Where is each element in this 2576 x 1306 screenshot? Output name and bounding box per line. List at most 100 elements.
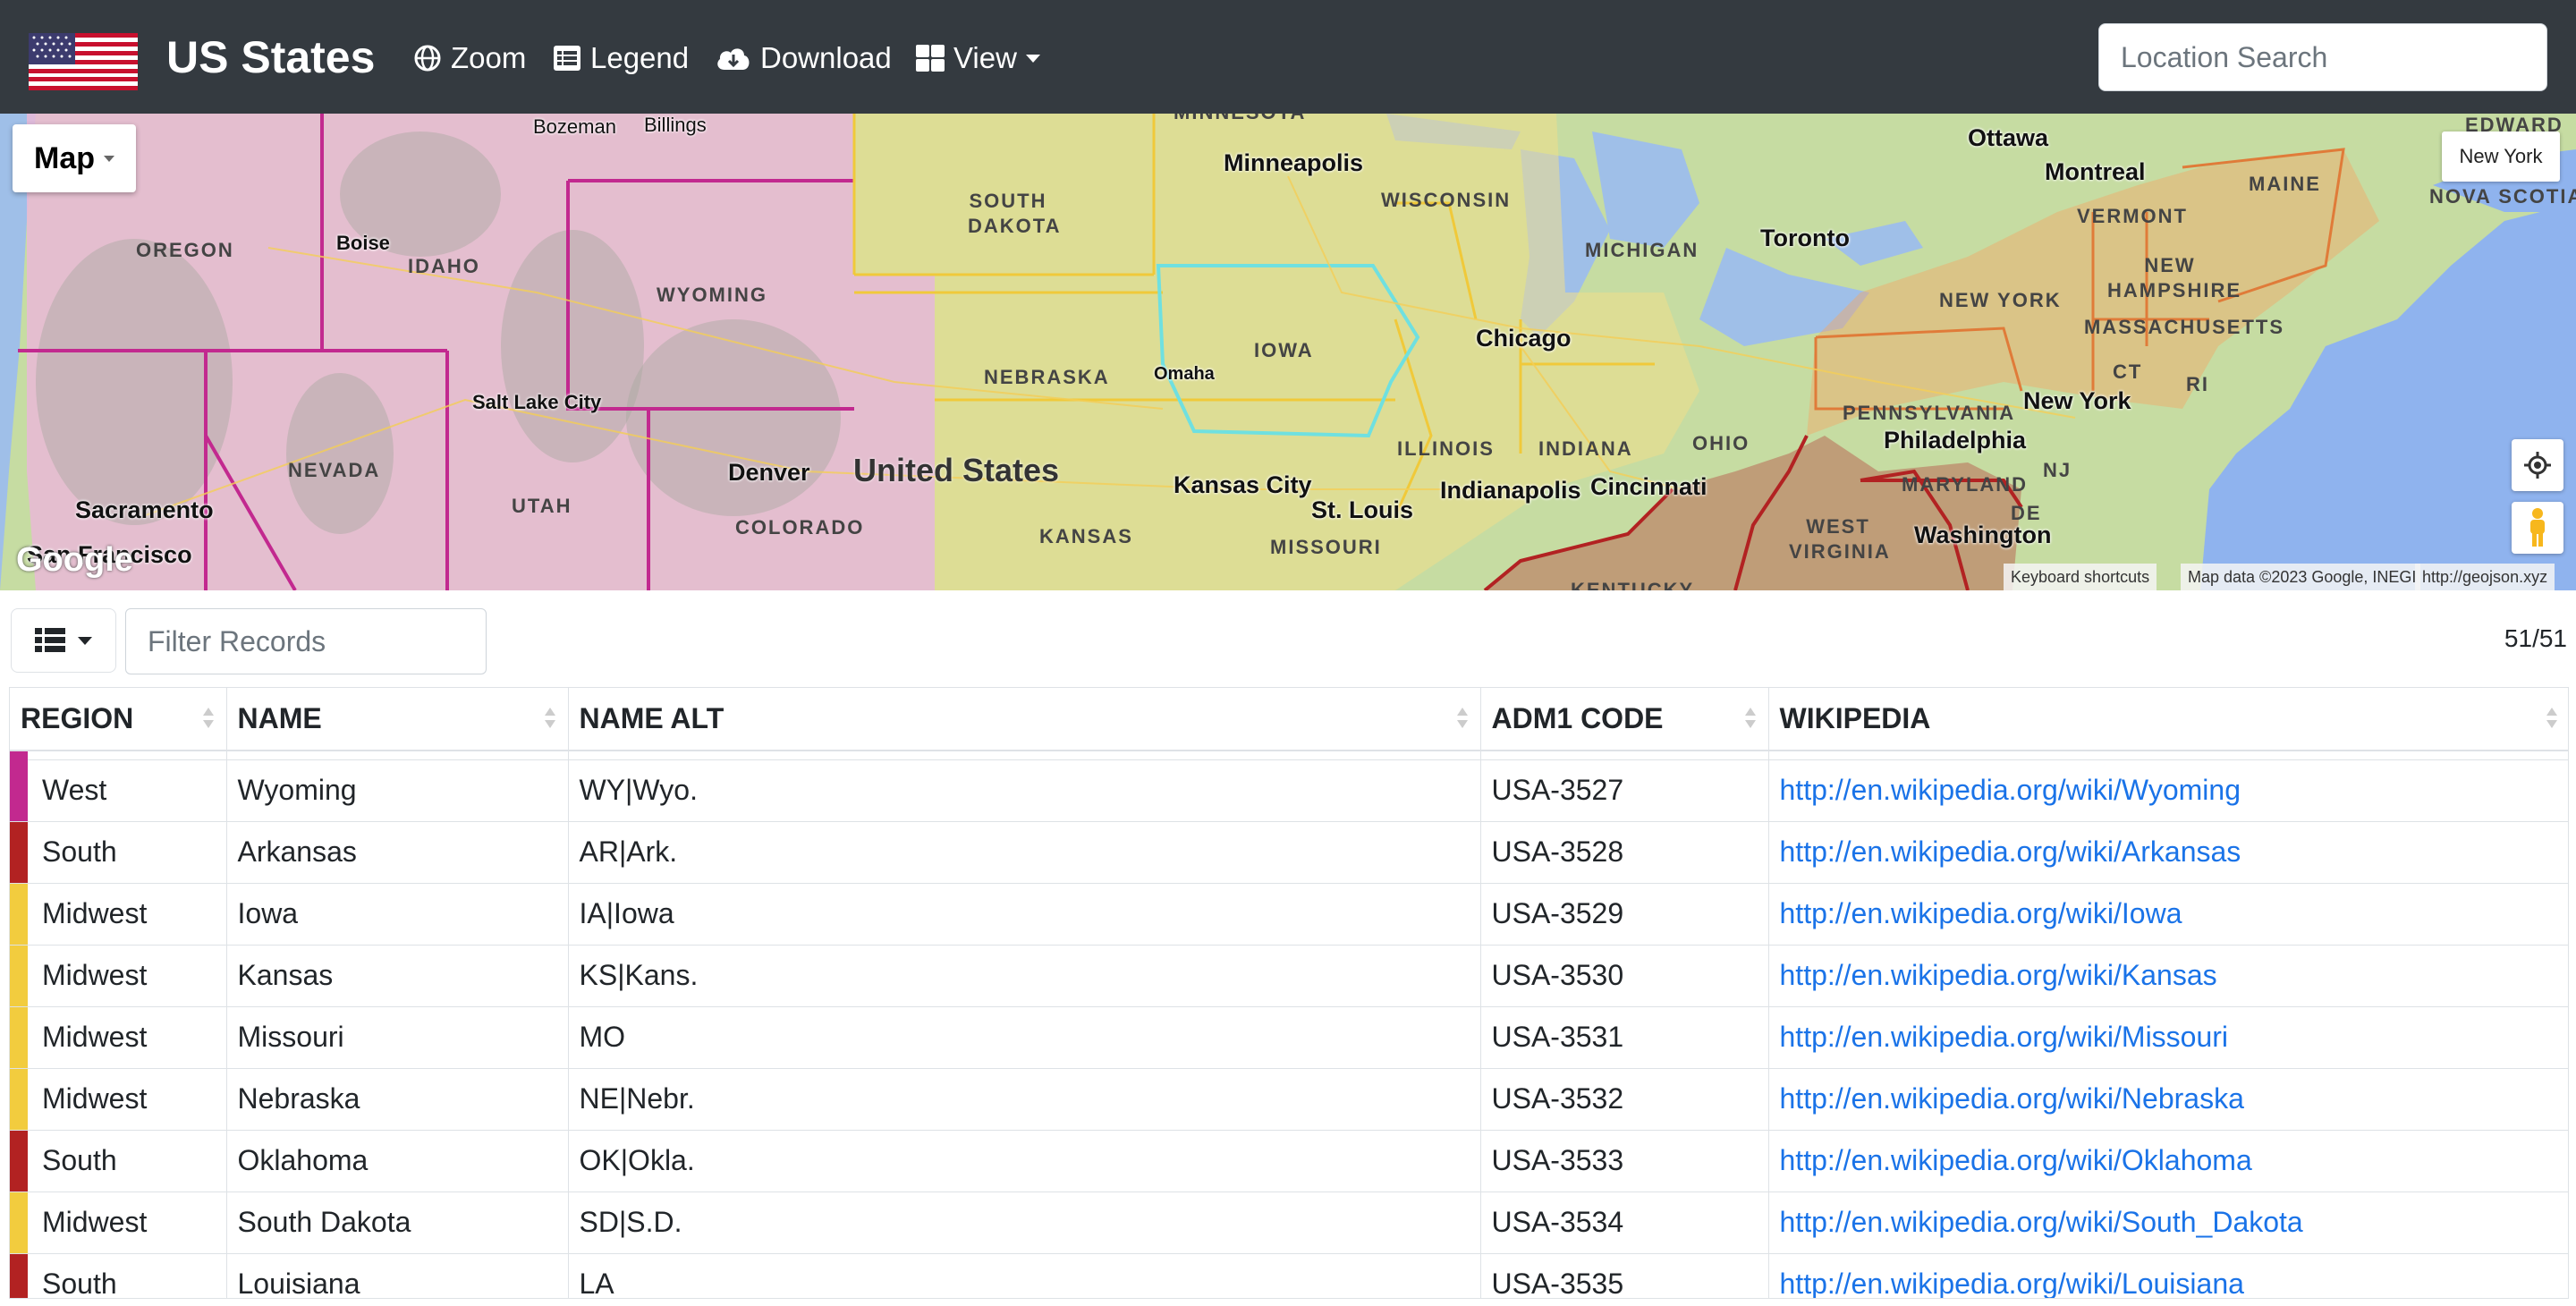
name-alt-cell: MO — [568, 1005, 1481, 1068]
wikipedia-link[interactable]: http://en.wikipedia.org/wiki/Wyoming — [1780, 774, 2241, 806]
region-color-swatch — [10, 1253, 28, 1298]
navbar: US States Zoom Legend Download View — [0, 0, 2576, 114]
table-row[interactable]: Midwest Iowa IA|Iowa USA-3529 http://en.wiki… — [10, 882, 2568, 945]
column-header-name-alt[interactable]: NAME ALT — [568, 688, 1481, 751]
column-header-wikipedia[interactable]: WIKIPEDIA — [1768, 688, 2568, 751]
state-label: WISCONSIN — [1381, 189, 1512, 211]
map-canvas[interactable]: OREGON IDAHO WYOMING NEVADA UTAH COLORAD… — [0, 114, 2576, 590]
geojson-source-link[interactable]: http://geojson.xyz — [2415, 564, 2555, 590]
table-header-row: REGION NAME NAME ALT ADM1 CODE WIKIPEDIA — [10, 688, 2568, 751]
sort-icon[interactable] — [1456, 706, 1468, 733]
view-dropdown[interactable]: View — [916, 36, 1040, 81]
adm1-code-cell: USA-3530 — [1480, 944, 1769, 1006]
state-label: IDAHO — [408, 255, 480, 277]
name-cell: Missouri — [226, 1005, 569, 1068]
wikipedia-link[interactable]: http://en.wikipedia.org/wiki/Louisiana — [1780, 1268, 2244, 1298]
region-cell: South — [10, 1252, 227, 1298]
region-color-swatch — [10, 945, 28, 1006]
city-label: Washington — [1914, 522, 2052, 548]
wikipedia-link[interactable]: http://en.wikipedia.org/wiki/South_Dakot… — [1780, 1206, 2303, 1238]
name-cell: Louisiana — [226, 1252, 569, 1298]
region-cell: Midwest — [10, 1191, 227, 1253]
name-cell: Nebraska — [226, 1067, 569, 1130]
sort-icon[interactable] — [544, 706, 555, 733]
column-header-name[interactable]: NAME — [226, 688, 569, 751]
wikipedia-link[interactable]: http://en.wikipedia.org/wiki/Oklahoma — [1780, 1144, 2252, 1176]
state-label: NOVA SCOTIA — [2429, 185, 2576, 208]
wikipedia-cell: http://en.wikipedia.org/wiki/Missouri — [1768, 1005, 2568, 1068]
wikipedia-link[interactable]: http://en.wikipedia.org/wiki/Nebraska — [1780, 1082, 2244, 1115]
view-label: View — [953, 41, 1017, 74]
city-label: Cincinnati — [1590, 473, 1707, 500]
wikipedia-cell: http://en.wikipedia.org/wiki/Kansas — [1768, 944, 2568, 1006]
filter-records-input[interactable] — [125, 608, 487, 674]
table-row[interactable]: South Arkansas AR|Ark. USA-3528 http://en.wi… — [10, 820, 2568, 883]
chevron-down-icon — [104, 155, 114, 162]
table-row[interactable]: Midwest Nebraska NE|Nebr. USA-3532 http://en… — [10, 1067, 2568, 1130]
pegman-icon — [2530, 508, 2545, 547]
legend-button[interactable]: Legend — [553, 36, 689, 81]
keyboard-shortcuts-link[interactable]: Keyboard shortcuts — [2004, 564, 2157, 590]
table-row[interactable]: Midwest South Dakota SD|S.D. USA-3534 http:/… — [10, 1191, 2568, 1253]
state-label: VERMONT — [2077, 205, 2188, 227]
hover-tooltip: New York — [2442, 131, 2560, 182]
my-location-button[interactable] — [2512, 439, 2563, 491]
wikipedia-link[interactable]: http://en.wikipedia.org/wiki/Missouri — [1780, 1021, 2229, 1053]
region-cell: West — [10, 759, 227, 821]
region-color-swatch — [10, 1192, 28, 1253]
city-label: St. Louis — [1311, 496, 1413, 523]
brand-title[interactable]: US States — [166, 29, 375, 86]
wikipedia-link[interactable]: http://en.wikipedia.org/wiki/Iowa — [1780, 897, 2182, 929]
sort-icon[interactable] — [202, 706, 214, 733]
google-logo: Google — [16, 541, 133, 579]
name-cell: Kansas — [226, 944, 569, 1006]
wikipedia-cell: http://en.wikipedia.org/wiki/Arkansas — [1768, 820, 2568, 883]
state-label: OHIO — [1692, 432, 1750, 454]
state-label: WYOMING — [657, 284, 767, 306]
table-row[interactable]: Midwest Missouri MO USA-3531 http://en.wikip… — [10, 1005, 2568, 1068]
state-label: RI — [2186, 373, 2209, 395]
state-label: SOUTH DAKOTA — [968, 190, 1062, 237]
region-cell: Midwest — [10, 1067, 227, 1130]
street-view-button[interactable] — [2512, 502, 2563, 554]
name-alt-cell: IA|Iowa — [568, 882, 1481, 945]
name-cell: Oklahoma — [226, 1129, 569, 1192]
city-label: Boise — [336, 232, 390, 254]
table-row[interactable]: South Louisiana LA USA-3535 http://en.wikipe… — [10, 1252, 2568, 1298]
region-cell: Midwest — [10, 882, 227, 945]
state-label: MASSACHUSETTS — [2084, 316, 2285, 338]
column-header-adm1-code[interactable]: ADM1 CODE — [1480, 688, 1769, 751]
state-label: CT — [2113, 360, 2143, 383]
sort-icon[interactable] — [1744, 706, 1756, 733]
wikipedia-link[interactable]: http://en.wikipedia.org/wiki/Kansas — [1780, 959, 2217, 991]
us-flag-icon[interactable] — [29, 33, 138, 90]
sort-icon[interactable] — [2546, 706, 2557, 733]
column-header-region[interactable]: REGION — [10, 688, 227, 751]
state-label: MISSOURI — [1270, 536, 1382, 558]
download-button[interactable]: Download — [716, 36, 892, 81]
name-alt-cell: LA — [568, 1252, 1481, 1298]
cloud-download-icon — [717, 48, 750, 70]
location-search-input[interactable] — [2098, 23, 2547, 91]
wikipedia-cell: http://en.wikipedia.org/wiki/South_Dakot… — [1768, 1191, 2568, 1253]
state-label: MAINE — [2249, 173, 2321, 195]
city-label: Kansas City — [1174, 471, 1312, 498]
adm1-code-cell: USA-3534 — [1480, 1191, 1769, 1253]
table-row[interactable]: South Oklahoma OK|Okla. USA-3533 http://en.w… — [10, 1129, 2568, 1192]
columns-toggle-button[interactable] — [11, 608, 116, 673]
region-color-swatch — [10, 821, 28, 883]
region-color-swatch — [10, 1068, 28, 1130]
table-body: West Wyoming WY|Wyo. USA-3527 http://en.wiki… — [10, 750, 2568, 1298]
wikipedia-link[interactable]: http://en.wikipedia.org/wiki/Arkansas — [1780, 835, 2241, 868]
name-alt-cell: OK|Okla. — [568, 1129, 1481, 1192]
city-label: Salt Lake City — [472, 391, 602, 413]
city-label: Montreal — [2045, 158, 2146, 185]
table-row[interactable]: Midwest Kansas KS|Kans. USA-3530 http://en.w… — [10, 944, 2568, 1006]
state-label: NEBRASKA — [984, 366, 1110, 388]
wikipedia-cell: http://en.wikipedia.org/wiki/Louisiana — [1768, 1252, 2568, 1298]
table-list-icon — [35, 628, 65, 652]
zoom-button[interactable]: Zoom — [413, 36, 526, 81]
city-label: Chicago — [1476, 325, 1572, 352]
map-type-button[interactable]: Map — [13, 124, 136, 192]
table-row[interactable]: West Wyoming WY|Wyo. USA-3527 http://en.wiki… — [10, 759, 2568, 821]
